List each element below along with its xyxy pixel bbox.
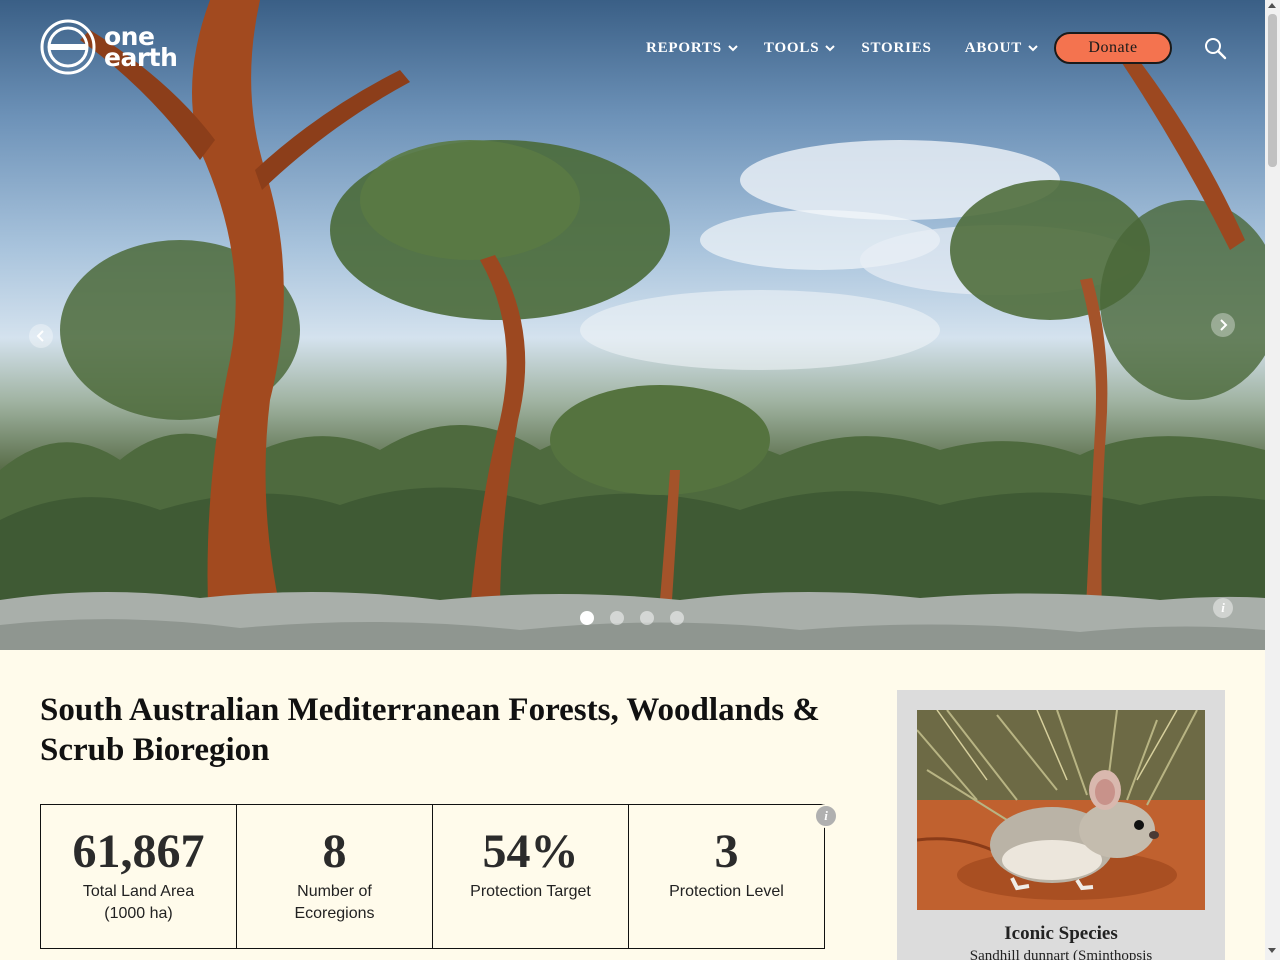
- stats-info-icon[interactable]: i: [814, 804, 838, 828]
- logo-line-earth: earth: [104, 43, 178, 72]
- nav-tools-label: TOOLS: [763, 39, 820, 56]
- stat-protection-target: 54% Protection Target: [433, 805, 629, 948]
- stat-protection-level: 3 Protection Level: [629, 805, 824, 948]
- chevron-down-icon: [1028, 45, 1038, 52]
- hero-carousel: [0, 0, 1265, 650]
- nav-about-label: ABOUT: [964, 39, 1023, 56]
- nav-stories-label: STORIES: [861, 39, 932, 56]
- carousel-dot-4[interactable]: [670, 611, 684, 625]
- stat-label: Number of Ecoregions: [294, 883, 375, 922]
- chevron-left-icon: [36, 330, 44, 342]
- hero-image: [0, 0, 1265, 650]
- logo[interactable]: one earth: [40, 19, 178, 75]
- chevron-down-icon: [825, 45, 836, 52]
- chevron-right-icon: [1220, 319, 1228, 331]
- scroll-thumb[interactable]: [1268, 14, 1277, 167]
- search-icon[interactable]: [1203, 36, 1227, 60]
- carousel-dot-1[interactable]: [580, 611, 594, 625]
- nav-about[interactable]: ABOUT: [965, 34, 1038, 62]
- species-name: Sandhill dunnart (Sminthopsis: [969, 948, 1153, 960]
- species-heading: Iconic Species: [1004, 923, 1118, 944]
- one-earth-logo-icon: [40, 19, 96, 75]
- nav-stories[interactable]: STORIES: [861, 34, 931, 62]
- carousel-dots: [580, 611, 684, 625]
- carousel-dot-3[interactable]: [640, 611, 654, 625]
- species-photo: [917, 710, 1205, 910]
- stat-label: Total Land Area (1000 ha): [82, 883, 195, 922]
- scroll-up-arrow-icon[interactable]: [1268, 3, 1276, 8]
- donate-button[interactable]: Donate: [1054, 32, 1172, 64]
- main-nav: REPORTS TOOLS STORIES ABOUT: [646, 34, 1038, 62]
- page-title: South Australian Mediterranean Forests, …: [40, 692, 820, 768]
- carousel-prev-button[interactable]: [29, 324, 53, 348]
- stat-value: 54%: [482, 825, 579, 878]
- stat-value: 3: [714, 825, 739, 878]
- nav-tools[interactable]: TOOLS: [763, 34, 836, 62]
- logo-text: one earth: [104, 24, 178, 72]
- scroll-down-arrow-icon[interactable]: [1268, 948, 1276, 953]
- stat-value: 8: [322, 825, 347, 878]
- hero-info-icon[interactable]: i: [1213, 598, 1233, 618]
- sandhill-dunnart-image: [917, 710, 1205, 910]
- stat-number-of-ecoregions: 8 Number of Ecoregions: [237, 805, 433, 948]
- iconic-species-card[interactable]: Iconic Species Sandhill dunnart (Smintho…: [897, 690, 1225, 960]
- stats-panel: 61,867 Total Land Area (1000 ha) 8 Numbe…: [40, 804, 825, 949]
- stat-label: Protection Level: [669, 883, 784, 900]
- nav-reports-label: REPORTS: [646, 39, 722, 56]
- stat-value: 61,867: [72, 825, 205, 878]
- chevron-down-icon: [728, 45, 738, 52]
- carousel-dot-2[interactable]: [610, 611, 624, 625]
- carousel-next-button[interactable]: [1211, 313, 1235, 337]
- stat-label: Protection Target: [470, 883, 591, 900]
- page-scrollbar[interactable]: [1265, 0, 1280, 960]
- stat-total-land-area: 61,867 Total Land Area (1000 ha): [41, 805, 237, 948]
- nav-reports[interactable]: REPORTS: [646, 34, 738, 62]
